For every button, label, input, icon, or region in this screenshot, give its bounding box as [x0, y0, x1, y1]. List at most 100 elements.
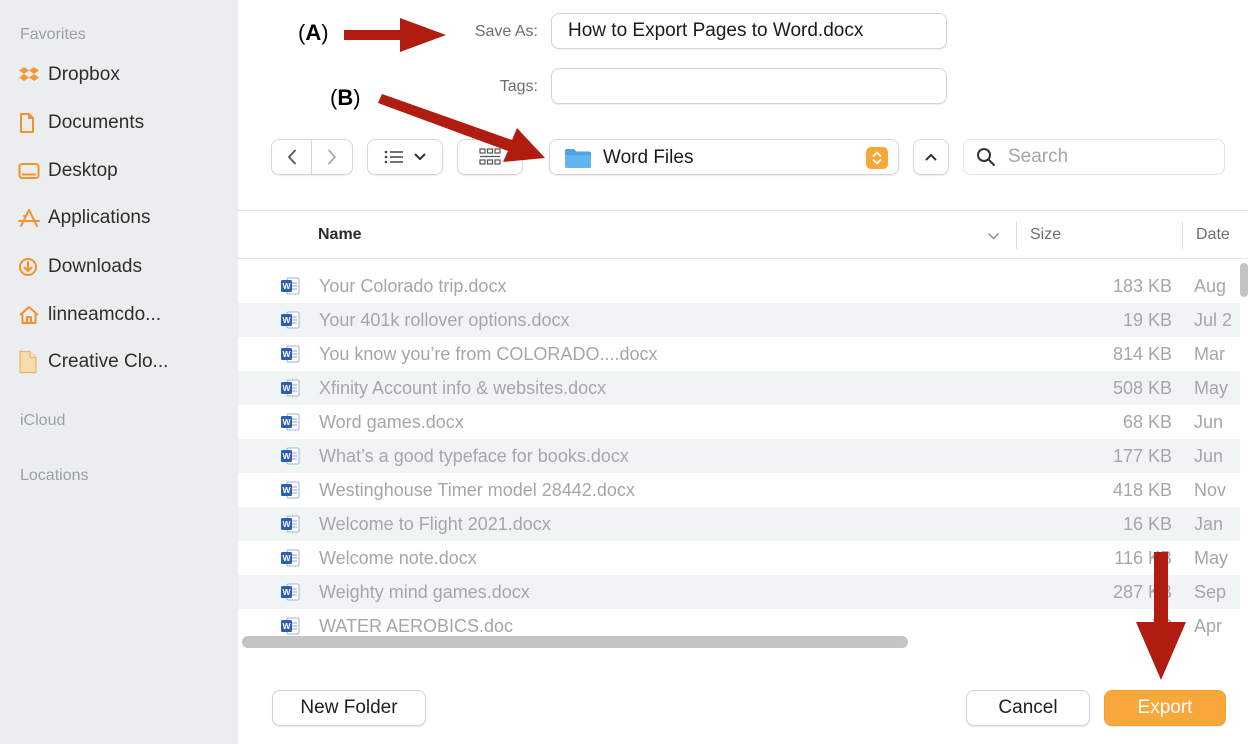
- save-panel-header: Save As: How to Export Pages to Word.doc…: [238, 0, 1248, 210]
- sidebar-item-home[interactable]: linneamcdo...: [18, 298, 161, 332]
- table-row[interactable]: W Word games.docx 68 KB Jun: [238, 405, 1240, 439]
- sidebar-section-locations: Locations: [20, 467, 89, 484]
- table-row[interactable]: W Welcome note.docx 116 KB May: [238, 541, 1240, 575]
- file-size: 814 KB: [1112, 343, 1172, 364]
- word-document-icon: W: [280, 617, 300, 635]
- save-dialog: Favorites Dropbox Documents Desktop Appl…: [0, 0, 1248, 744]
- file-name: WATER AEROBICS.doc: [319, 615, 514, 636]
- file-date: Jun: [1194, 445, 1224, 466]
- cancel-button[interactable]: Cancel: [966, 690, 1090, 726]
- location-popup[interactable]: Word Files: [549, 139, 899, 175]
- word-document-icon: W: [280, 413, 300, 431]
- sidebar: Favorites Dropbox Documents Desktop Appl…: [0, 0, 238, 744]
- annotation-label-a: (A): [298, 20, 329, 45]
- document-icon: [18, 111, 48, 135]
- updown-chevron-icon: [866, 147, 888, 169]
- svg-text:W: W: [282, 383, 291, 393]
- search-field[interactable]: Search: [963, 139, 1225, 175]
- table-row[interactable]: W Weighty mind games.docx 287 KB Sep: [238, 575, 1240, 609]
- file-date: Jan: [1194, 513, 1224, 534]
- search-placeholder: Search: [1008, 146, 1069, 167]
- word-document-icon: W: [280, 549, 300, 567]
- word-document-icon: W: [280, 583, 300, 601]
- file-size: 183 KB: [1112, 275, 1172, 296]
- folder-icon: [565, 149, 591, 168]
- file-name: What’s a good typeface for books.docx: [319, 445, 629, 466]
- downloads-icon: [18, 255, 48, 279]
- word-document-icon: W: [280, 379, 300, 397]
- table-row[interactable]: W Xfinity Account info & websites.docx 508…: [238, 371, 1240, 405]
- save-as-field[interactable]: How to Export Pages to Word.docx: [551, 13, 947, 49]
- collapse-button[interactable]: [913, 139, 949, 175]
- sidebar-item-dropbox[interactable]: Dropbox: [18, 58, 120, 92]
- table-row[interactable]: W Westinghouse Timer model 28442.docx 418 …: [238, 473, 1240, 507]
- sidebar-item-label: linneamcdo...: [48, 304, 162, 325]
- sidebar-item-label: Desktop: [48, 160, 118, 181]
- column-separator[interactable]: [1182, 221, 1183, 249]
- desktop-icon: [18, 159, 48, 183]
- file-name: Westinghouse Timer model 28442.docx: [319, 479, 635, 500]
- file-name: Word games.docx: [319, 411, 464, 432]
- sidebar-section-favorites: Favorites: [20, 26, 86, 43]
- sidebar-item-label: Dropbox: [48, 64, 120, 85]
- word-document-icon: W: [280, 277, 300, 295]
- file-name: Xfinity Account info & websites.docx: [319, 377, 607, 398]
- file-date: May: [1194, 377, 1229, 398]
- column-header-name[interactable]: Name: [318, 226, 362, 244]
- svg-text:W: W: [282, 417, 291, 427]
- sort-chevron-icon[interactable]: [988, 233, 999, 240]
- tags-field[interactable]: [551, 68, 947, 104]
- file-date: Mar: [1194, 343, 1225, 364]
- sidebar-item-documents[interactable]: Documents: [18, 106, 144, 140]
- export-button[interactable]: Export: [1104, 690, 1226, 726]
- table-row[interactable]: W What’s a good typeface for books.docx 17…: [238, 439, 1240, 473]
- file-name: Welcome to Flight 2021.docx: [319, 513, 551, 534]
- table-row[interactable]: W Welcome to Flight 2021.docx 16 KB Jan: [238, 507, 1240, 541]
- view-mode-button[interactable]: [367, 139, 443, 175]
- tags-label: Tags:: [499, 78, 538, 95]
- word-document-icon: W: [280, 515, 300, 533]
- file-size: 16 KB: [1122, 513, 1172, 534]
- file-name: Your Colorado trip.docx: [319, 275, 507, 296]
- file-browser: Name Size Date W Your Colorado trip.docx 1…: [238, 210, 1248, 658]
- sidebar-item-applications[interactable]: Applications: [18, 201, 150, 235]
- back-button[interactable]: [272, 140, 312, 174]
- vertical-scrollbar[interactable]: [1240, 263, 1248, 297]
- sidebar-item-downloads[interactable]: Downloads: [18, 250, 142, 284]
- table-row[interactable]: W You know you’re from COLORADO....docx 81…: [238, 337, 1240, 371]
- new-folder-button[interactable]: New Folder: [272, 690, 426, 726]
- column-separator[interactable]: [1016, 221, 1017, 249]
- file-name: Your 401k rollover options.docx: [319, 309, 570, 330]
- dropbox-icon: [18, 63, 48, 87]
- word-document-icon: W: [280, 345, 300, 363]
- column-header-date[interactable]: Date: [1196, 226, 1230, 244]
- chevron-right-icon: [328, 149, 336, 165]
- back-forward-control: [271, 139, 353, 175]
- forward-button[interactable]: [312, 140, 352, 174]
- file-date: Apr: [1194, 615, 1223, 636]
- file-date: Jun: [1194, 411, 1224, 432]
- sidebar-item-creative-cloud[interactable]: Creative Clo...: [18, 345, 168, 379]
- file-size: 70: [1151, 615, 1172, 636]
- file-date: Jul 2: [1194, 309, 1233, 330]
- table-row[interactable]: W Your 401k rollover options.docx 19 KB Jul…: [238, 303, 1240, 337]
- horizontal-scrollbar[interactable]: [242, 636, 908, 648]
- table-row[interactable]: W Your Colorado trip.docx 183 KB Aug: [238, 269, 1240, 303]
- group-button[interactable]: [457, 139, 523, 175]
- chevron-up-icon: [925, 154, 937, 161]
- file-name: Welcome note.docx: [319, 547, 477, 568]
- table-row[interactable]: W WATER AEROBICS.doc 70 Apr: [238, 609, 1240, 639]
- file-size: 177 KB: [1112, 445, 1172, 466]
- svg-text:W: W: [282, 485, 291, 495]
- search-icon: [977, 148, 995, 166]
- sidebar-item-desktop[interactable]: Desktop: [18, 154, 118, 188]
- word-document-icon: W: [280, 481, 300, 499]
- chevron-down-icon: [414, 153, 426, 160]
- column-header-size[interactable]: Size: [1030, 226, 1061, 244]
- file-date: Sep: [1194, 581, 1227, 602]
- file-date: May: [1194, 547, 1229, 568]
- svg-text:W: W: [282, 553, 291, 563]
- svg-text:W: W: [282, 587, 291, 597]
- file-size: 68 KB: [1122, 411, 1172, 432]
- sidebar-item-label: Downloads: [48, 256, 142, 277]
